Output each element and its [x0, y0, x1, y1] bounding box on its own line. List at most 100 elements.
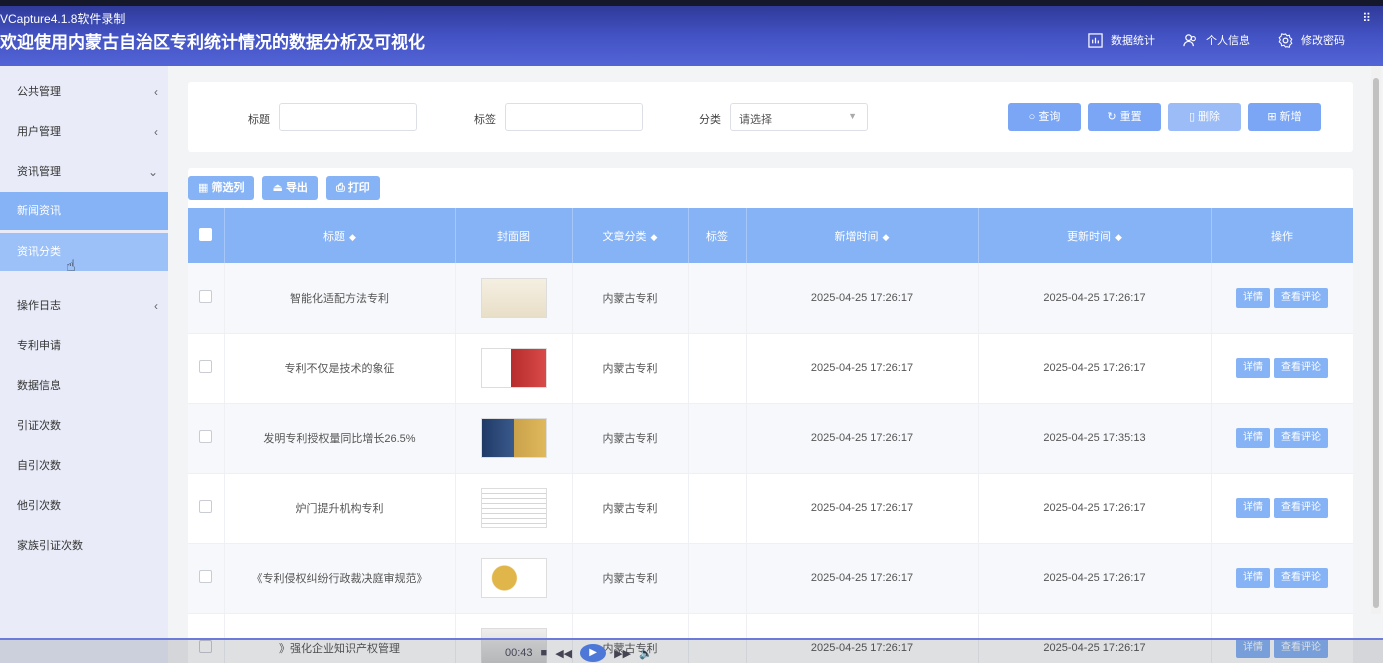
col-header-created[interactable]: 新增时间 ◆: [746, 208, 979, 263]
scrollbar-thumb[interactable]: [1373, 78, 1379, 608]
print-label: 打印: [347, 182, 370, 194]
nav-profile-label: 个人信息: [1206, 35, 1250, 47]
rewind-icon[interactable]: ◀◀: [555, 647, 572, 660]
sort-icon: ◆: [882, 231, 890, 242]
chevron-left-icon: ‹: [154, 125, 158, 139]
detail-button[interactable]: 详情: [1236, 428, 1270, 448]
row-checkbox[interactable]: [199, 289, 213, 303]
nav-statistics[interactable]: 数据统计: [1088, 32, 1155, 48]
table-row: 专利不仅是技术的象征 内蒙古专利 2025-04-25 17:26:17 2025-0…: [188, 333, 1353, 404]
sidebar-item-public[interactable]: 公共管理 ‹: [0, 72, 168, 112]
cell-cover: [455, 333, 573, 404]
sidebar-item-oplog[interactable]: 操作日志 ‹: [0, 286, 168, 326]
detail-button[interactable]: 详情: [1236, 287, 1270, 308]
sidebar-subitem-news[interactable]: 新闻资讯: [0, 192, 168, 230]
stop-icon[interactable]: ■: [541, 647, 548, 659]
sidebar-item-label: 用户管理: [17, 126, 61, 138]
col-header-title[interactable]: 标题 ◆: [224, 208, 456, 263]
view-comments-button[interactable]: 查看评论: [1274, 428, 1328, 448]
cover-image[interactable]: [480, 277, 547, 318]
sidebar-item-family-citations[interactable]: 家族引证次数: [0, 526, 168, 566]
view-comments-button[interactable]: 查看评论: [1274, 498, 1328, 518]
sidebar-item-other-citations[interactable]: 他引次数: [0, 486, 168, 526]
row-select-cell: [188, 543, 225, 614]
export-label: 导出: [285, 182, 308, 194]
row-checkbox[interactable]: [199, 500, 213, 513]
nav-change-password[interactable]: 修改密码: [1278, 32, 1345, 48]
cell-category: 内蒙古专利: [572, 473, 689, 544]
main-content: 标题 标签 分类 请选择 ▼ ○ 查询 ↻ 重置 ▯ 删除 ⊞ 新增 ▦ 筛选列…: [168, 66, 1369, 663]
detail-button[interactable]: 详情: [1236, 358, 1270, 378]
view-comments-button[interactable]: 查看评论: [1274, 287, 1328, 308]
row-checkbox[interactable]: [199, 360, 213, 373]
top-nav: 数据统计 个人信息 修改密码: [1088, 32, 1345, 48]
sidebar-subitem-label: 资讯分类: [17, 246, 61, 258]
sidebar-item-self-citations[interactable]: 自引次数: [0, 446, 168, 486]
cell-title: 《专利侵权纠纷行政裁决庭审规范》: [224, 543, 456, 614]
view-comments-button[interactable]: 查看评论: [1274, 358, 1328, 378]
cover-image[interactable]: [480, 418, 547, 458]
cell-updated: 2025-04-25 17:26:17: [978, 333, 1212, 404]
cover-image[interactable]: [480, 558, 547, 598]
nav-profile[interactable]: 个人信息: [1183, 32, 1250, 48]
trash-icon: ▯: [1188, 111, 1195, 123]
select-all-cell: [188, 208, 225, 263]
cell-category: 内蒙古专利: [572, 403, 689, 474]
col-header-updated[interactable]: 更新时间 ◆: [978, 208, 1212, 263]
detail-button[interactable]: 详情: [1236, 498, 1270, 518]
sidebar-item-citations[interactable]: 引证次数: [0, 406, 168, 446]
print-button[interactable]: ⎙ 打印: [325, 176, 380, 200]
cell-title: 发明专利授权量同比增长26.5%: [224, 403, 456, 474]
row-select-cell: [188, 473, 225, 544]
row-select-cell: [188, 263, 225, 334]
col-header-label: 文章分类: [602, 230, 647, 243]
view-comments-button[interactable]: 查看评论: [1274, 568, 1328, 588]
cell-tag: [688, 543, 747, 614]
col-header-tag: 标签: [688, 208, 747, 263]
grip-icon[interactable]: ⠿: [1362, 11, 1371, 25]
sidebar-item-news-mgmt[interactable]: 资讯管理 ⌄: [0, 152, 168, 192]
printer-icon: ⎙: [335, 182, 345, 194]
category-select[interactable]: 请选择 ▼: [730, 103, 868, 131]
select-all-checkbox[interactable]: [199, 227, 213, 241]
sidebar-item-users[interactable]: 用户管理 ‹: [0, 112, 168, 152]
table-row: 炉门提升机构专利 内蒙古专利 2025-04-25 17:26:17 2025-04-…: [188, 473, 1353, 544]
cell-created: 2025-04-25 17:26:17: [746, 263, 979, 334]
recorder-player-bar: 00:43 ■ ◀◀ ▶ ▶▶ 🔈: [0, 638, 1383, 663]
cell-category: 内蒙古专利: [572, 543, 689, 614]
cell-cover: [455, 403, 573, 474]
export-button[interactable]: ⏏ 导出: [262, 176, 318, 200]
play-icon[interactable]: ▶: [580, 644, 607, 662]
user-icon: [1183, 33, 1196, 46]
table-row: 发明专利授权量同比增长26.5% 内蒙古专利 2025-04-25 17:26:17…: [188, 403, 1353, 474]
chart-icon: [1088, 32, 1103, 48]
title-input[interactable]: [279, 103, 417, 131]
col-header-label: 新增时间: [834, 230, 879, 243]
sidebar-item-data-info[interactable]: 数据信息: [0, 366, 168, 406]
table-panel: ▦ 筛选列 ⏏ 导出 ⎙ 打印 标题 ◆ 封面图 文章分类 ◆ 标签 新增时间 ◆ 更…: [188, 168, 1353, 663]
col-header-actions: 操作: [1211, 208, 1353, 263]
sidebar-item-label: 公共管理: [17, 86, 61, 98]
cell-created: 2025-04-25 17:26:17: [746, 333, 979, 404]
row-checkbox[interactable]: [199, 570, 213, 583]
detail-button[interactable]: 详情: [1236, 568, 1270, 588]
refresh-icon: ↻: [1107, 111, 1117, 123]
col-header-label: 更新时间: [1067, 230, 1112, 243]
filter-columns-button[interactable]: ▦ 筛选列: [188, 176, 255, 200]
reset-button-label: 重置: [1119, 111, 1142, 123]
sidebar-subitem-news-category[interactable]: 资讯分类 ☝: [0, 233, 168, 275]
nav-statistics-label: 数据统计: [1111, 35, 1155, 47]
add-button[interactable]: ⊞ 新增: [1248, 103, 1321, 131]
search-button[interactable]: ○ 查询: [1008, 103, 1081, 131]
cover-image[interactable]: [480, 488, 547, 528]
forward-icon[interactable]: ▶▶: [614, 647, 631, 660]
cover-image[interactable]: [480, 348, 547, 388]
tag-input[interactable]: [505, 103, 643, 131]
delete-button[interactable]: ▯ 删除: [1168, 103, 1241, 131]
row-checkbox[interactable]: [199, 430, 213, 443]
sidebar-item-patent-apply[interactable]: 专利申请: [0, 326, 168, 366]
volume-icon[interactable]: 🔈: [639, 647, 653, 660]
col-header-category[interactable]: 文章分类 ◆: [572, 208, 689, 263]
page-scrollbar[interactable]: [1371, 66, 1381, 614]
reset-button[interactable]: ↻ 重置: [1088, 103, 1161, 131]
